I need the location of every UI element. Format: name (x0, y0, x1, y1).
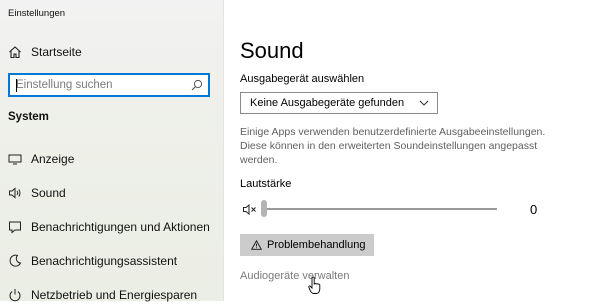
volume-label: Lautstärke (240, 178, 292, 190)
sidebar-item-power[interactable]: Netzbetrieb und Energiesparen (0, 282, 223, 308)
sidebar-item-label: Anzeige (31, 152, 75, 166)
output-device-label: Ausgabegerät auswählen (240, 73, 365, 85)
troubleshoot-button[interactable]: Problembehandlung (240, 234, 374, 256)
monitor-icon (8, 152, 22, 166)
chevron-down-icon (419, 100, 429, 106)
search-input[interactable] (10, 75, 191, 95)
focus-assist-icon (8, 254, 22, 268)
sidebar-item-label: Benachrichtigungen und Aktionen (31, 220, 210, 234)
sidebar-item-focus-assist[interactable]: Benachrichtigungsassistent (0, 248, 223, 274)
volume-slider-track[interactable] (265, 208, 497, 210)
sidebar: Einstellungen Startseite System Anzeige … (0, 0, 224, 302)
output-description: Einige Apps verwenden benutzerdefinierte… (240, 126, 546, 166)
speaker-muted-icon[interactable] (243, 204, 257, 215)
volume-control: 0 (240, 198, 550, 220)
sidebar-item-label: Startseite (31, 45, 82, 59)
sidebar-item-sound[interactable]: Sound (0, 180, 223, 206)
search-field[interactable] (8, 73, 210, 97)
content-pane: Sound Ausgabegerät auswählen Keine Ausga… (224, 0, 605, 301)
power-icon (8, 288, 22, 302)
sidebar-item-label: Netzbetrieb und Energiesparen (31, 288, 198, 302)
manage-audio-devices-link[interactable]: Audiogeräte verwalten (240, 270, 349, 282)
text-caret (16, 79, 17, 92)
volume-value: 0 (530, 202, 538, 217)
section-heading-system: System (8, 111, 49, 123)
sidebar-item-notifications[interactable]: Benachrichtigungen und Aktionen (0, 214, 223, 240)
hand-cursor-icon (308, 276, 321, 294)
sidebar-item-home[interactable]: Startseite (0, 39, 223, 65)
home-icon (8, 45, 22, 59)
volume-slider-thumb[interactable] (261, 200, 267, 217)
notifications-icon (8, 220, 22, 234)
window-title: Einstellungen (8, 8, 66, 19)
search-icon[interactable] (191, 79, 203, 91)
sidebar-item-label: Benachrichtigungsassistent (31, 254, 178, 268)
output-device-dropdown[interactable]: Keine Ausgabegeräte gefunden (240, 92, 438, 114)
warning-icon (251, 240, 262, 250)
sidebar-item-label: Sound (31, 186, 66, 200)
speaker-icon (8, 186, 22, 200)
page-title: Sound (240, 38, 304, 63)
troubleshoot-button-label: Problembehandlung (267, 239, 366, 251)
sidebar-item-display[interactable]: Anzeige (0, 146, 223, 172)
dropdown-selected-value: Keine Ausgabegeräte gefunden (250, 97, 405, 109)
